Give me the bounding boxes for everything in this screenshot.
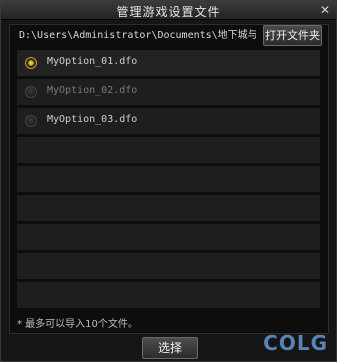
window-title: 管理游戏设置文件: [116, 5, 221, 19]
radio-selected-icon[interactable]: [25, 57, 37, 69]
file-row-empty: [17, 137, 320, 163]
select-button[interactable]: 选择: [142, 337, 198, 359]
settings-file-dialog: 管理游戏设置文件 ✕ D:\Users\Administrator\Docume…: [0, 0, 337, 362]
limit-note: * 最多可以导入10个文件。: [17, 319, 138, 330]
watermark-logo: COLG: [263, 331, 328, 355]
close-button[interactable]: ✕: [318, 3, 332, 17]
open-folder-button[interactable]: 打开文件夹: [263, 25, 322, 46]
file-row-empty: [17, 282, 320, 308]
file-row-empty: [17, 166, 320, 192]
file-row[interactable]: MyOption_03.dfo: [17, 108, 320, 134]
radio-unselected-icon: [25, 86, 37, 98]
file-row-empty: [17, 253, 320, 279]
file-list: MyOption_01.dfo MyOption_02.dfo MyOption…: [17, 50, 320, 311]
file-row-empty: [17, 195, 320, 221]
radio-unselected-icon[interactable]: [25, 115, 37, 127]
path-display: D:\Users\Administrator\Documents\地下城与…: [19, 30, 256, 41]
file-row: MyOption_02.dfo: [17, 79, 320, 105]
file-name: MyOption_02.dfo: [47, 85, 138, 96]
file-name: MyOption_03.dfo: [47, 114, 138, 125]
file-row[interactable]: MyOption_01.dfo: [17, 50, 320, 76]
title-bar: 管理游戏设置文件 ✕: [1, 1, 336, 20]
file-row-empty: [17, 224, 320, 250]
file-name: MyOption_01.dfo: [47, 56, 138, 67]
